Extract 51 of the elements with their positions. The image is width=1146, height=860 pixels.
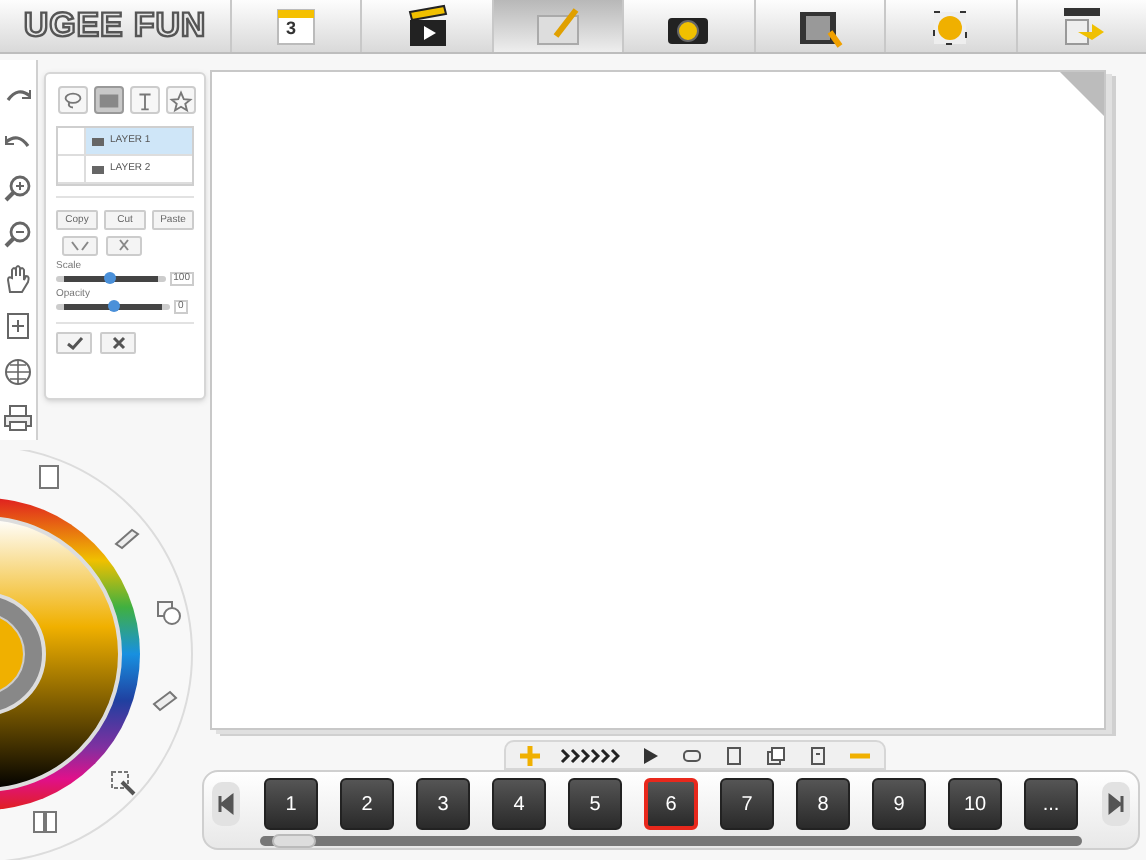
frame-button[interactable]: 10 — [948, 778, 1002, 830]
toolbar-tab[interactable]: 3 — [230, 0, 361, 52]
layer-thumbnail — [58, 128, 86, 154]
layer-icon — [92, 165, 104, 173]
skip-start-icon[interactable] — [212, 782, 240, 826]
scroll-thumb[interactable] — [272, 834, 316, 848]
slider-thumb[interactable] — [104, 272, 117, 284]
cancel-button[interactable] — [100, 332, 136, 354]
text-tool-button[interactable] — [130, 86, 160, 114]
slider-track[interactable] — [56, 276, 166, 282]
frame-button[interactable]: 4 — [492, 778, 546, 830]
zoom-out-icon[interactable] — [2, 218, 34, 250]
skip-end-icon[interactable] — [1102, 782, 1130, 826]
book-icon[interactable] — [32, 808, 58, 834]
slider-track[interactable] — [56, 304, 170, 310]
slider-thumb[interactable] — [107, 300, 119, 312]
frame-button[interactable]: 2 — [340, 778, 394, 830]
pencil-icon[interactable] — [114, 524, 140, 550]
check-icon — [65, 336, 83, 350]
frame-button[interactable]: 9 — [872, 778, 926, 830]
close-icon — [111, 336, 125, 350]
frame-button[interactable]: 5 — [568, 778, 622, 830]
lasso-tool-button[interactable] — [58, 86, 88, 114]
pages-icon[interactable] — [763, 743, 787, 767]
frame-button[interactable]: 8 — [796, 778, 850, 830]
frame-button[interactable]: 3 — [416, 778, 470, 830]
frame-button[interactable]: ... — [1024, 778, 1078, 830]
page-icon[interactable] — [721, 743, 745, 767]
page-curl-icon — [1060, 72, 1104, 116]
frame-button[interactable]: 6 — [644, 778, 698, 830]
lasso-icon — [60, 87, 86, 113]
star-tool-button[interactable] — [166, 86, 196, 114]
confirm-button[interactable] — [56, 332, 92, 354]
eraser-icon[interactable] — [152, 686, 178, 712]
select-icon[interactable] — [110, 770, 136, 796]
document-icon[interactable] — [36, 464, 62, 490]
calendar-date: 3 — [286, 20, 297, 38]
frame-button[interactable]: 7 — [720, 778, 774, 830]
layer-icon — [92, 137, 104, 145]
draw-icon — [532, 4, 585, 48]
star-icon — [168, 87, 194, 113]
frame-scrollbar[interactable] — [260, 836, 1082, 846]
print-icon[interactable] — [2, 402, 34, 434]
frame-button[interactable]: 1 — [264, 778, 318, 830]
chevrons-icon[interactable] — [559, 743, 619, 767]
zoom-in-icon[interactable] — [2, 172, 34, 204]
app-logo: UGEE FUN — [23, 4, 207, 49]
import-icon[interactable] — [2, 310, 34, 342]
globe-icon[interactable] — [2, 356, 34, 388]
hand-icon[interactable] — [2, 264, 34, 296]
shapes-icon[interactable] — [156, 600, 182, 626]
